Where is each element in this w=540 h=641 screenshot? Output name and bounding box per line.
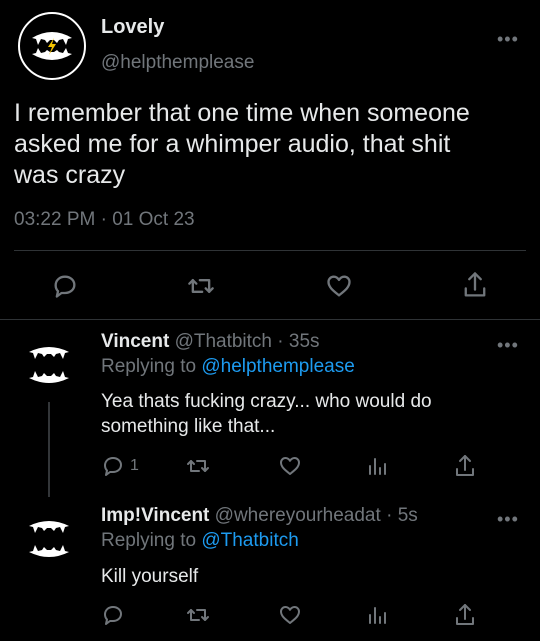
share-icon[interactable] — [453, 453, 477, 479]
divider — [0, 319, 540, 320]
share-icon[interactable] — [453, 602, 477, 628]
display-name[interactable]: Imp!Vincent — [101, 505, 209, 526]
reply-icon[interactable] — [101, 454, 125, 478]
more-icon[interactable]: ••• — [497, 336, 519, 354]
reply-text-line: Yea thats fucking crazy... who would do — [101, 391, 432, 412]
avatar[interactable] — [19, 508, 79, 568]
reply-text-line: Kill yourself — [101, 566, 199, 587]
like-icon[interactable] — [278, 454, 302, 478]
retweet-icon[interactable] — [186, 603, 210, 627]
like-icon[interactable] — [325, 272, 353, 300]
views-icon[interactable] — [365, 603, 389, 627]
retweet-icon[interactable] — [186, 454, 210, 478]
divider — [14, 250, 526, 251]
reply-text: Yea thats fucking crazy... who would do … — [101, 389, 432, 439]
reply-count: 1 — [130, 457, 139, 474]
separator: · — [386, 505, 393, 526]
tweet-text-line: was crazy — [14, 161, 126, 189]
handle[interactable]: @Thatbitch — [175, 331, 272, 352]
handle[interactable]: @whereyourheadat — [215, 505, 381, 526]
replying-to-label: Replying to — [101, 530, 202, 551]
fangs-avatar-icon — [29, 521, 69, 557]
reply-text: Kill yourself — [101, 564, 198, 589]
replying-to-link[interactable]: @helpthemplease — [201, 356, 354, 377]
fangs-avatar-icon — [18, 12, 86, 80]
like-icon[interactable] — [278, 603, 302, 627]
tweet-text: I remember that one time when someone as… — [14, 98, 470, 191]
reply-time[interactable]: 5s — [398, 505, 418, 526]
reply-header: Vincent @Thatbitch · 35s — [101, 331, 320, 353]
tweet-text-line: asked me for a whimper audio, that shit — [14, 130, 451, 158]
tweet-text-line: I remember that one time when someone — [14, 99, 470, 127]
reply-header: Imp!Vincent @whereyourheadat · 5s — [101, 505, 418, 527]
replying-to: Replying to @helpthemplease — [101, 356, 355, 378]
display-name[interactable]: Vincent — [101, 331, 169, 352]
replying-to-label: Replying to — [101, 356, 202, 377]
fangs-avatar-icon — [29, 347, 69, 383]
thread-line — [48, 402, 50, 497]
reply-text-line: something like that... — [101, 416, 276, 437]
tweet-timestamp[interactable]: 03:22 PM · 01 Oct 23 — [14, 209, 195, 231]
replying-to: Replying to @Thatbitch — [101, 530, 299, 552]
reply-icon[interactable] — [51, 272, 79, 300]
views-icon[interactable] — [365, 454, 389, 478]
share-icon[interactable] — [461, 270, 489, 300]
reply-icon[interactable] — [101, 603, 125, 627]
more-icon[interactable]: ••• — [497, 510, 519, 528]
more-icon[interactable]: ••• — [497, 30, 519, 48]
handle[interactable]: @helpthemplease — [101, 52, 254, 74]
retweet-icon[interactable] — [187, 272, 215, 300]
avatar[interactable] — [19, 334, 79, 394]
reply-time[interactable]: 35s — [289, 331, 320, 352]
replying-to-link[interactable]: @Thatbitch — [201, 530, 298, 551]
avatar[interactable] — [18, 12, 86, 80]
display-name[interactable]: Lovely — [101, 16, 164, 39]
separator: · — [277, 331, 284, 352]
